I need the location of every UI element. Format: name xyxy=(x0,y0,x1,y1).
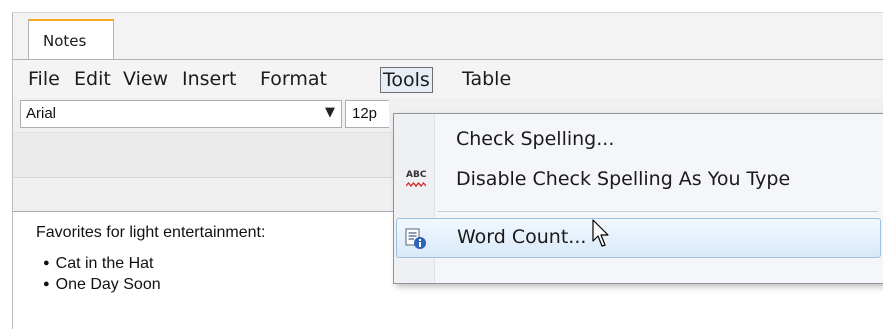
menu-item-disable-check-spelling[interactable]: ABC Disable Check Spelling As You Type xyxy=(396,161,881,201)
bullet-list: Cat in the Hat One Day Soon xyxy=(43,254,161,296)
list-item: One Day Soon xyxy=(43,275,161,296)
menu-view[interactable]: View xyxy=(121,67,170,93)
menu-edit[interactable]: Edit xyxy=(72,67,113,93)
word-count-icon xyxy=(405,228,427,250)
menu-file[interactable]: File xyxy=(26,67,62,93)
menu-table[interactable]: Table xyxy=(460,67,513,93)
menu-tools[interactable]: Tools xyxy=(380,67,433,93)
font-size-value: 12p xyxy=(352,105,378,122)
menu-item-word-count[interactable]: Word Count... xyxy=(396,218,881,258)
menu-insert[interactable]: Insert xyxy=(180,67,239,93)
app-window: Notes File Edit View Insert Format Tools… xyxy=(12,12,883,330)
chevron-down-icon[interactable]: ▼ xyxy=(325,105,335,120)
list-item: Cat in the Hat xyxy=(43,254,161,275)
menu-separator xyxy=(438,211,878,212)
abc-spellcheck-icon: ABC xyxy=(406,170,426,192)
menu-item-label: Word Count... xyxy=(457,226,587,248)
tab-strip: Notes xyxy=(13,13,883,60)
font-size-select[interactable]: 12p xyxy=(345,100,389,128)
menu-format[interactable]: Format xyxy=(258,67,329,93)
menu-bar: File Edit View Insert Format Tools Table xyxy=(13,60,883,98)
font-family-select[interactable]: Arial ▼ xyxy=(20,100,342,128)
editor-heading-text: Favorites for light entertainment: xyxy=(36,224,266,241)
menu-item-check-spelling[interactable]: Check Spelling... xyxy=(396,121,881,161)
menu-item-label: Check Spelling... xyxy=(456,128,615,150)
menu-item-label: Disable Check Spelling As You Type xyxy=(456,168,791,190)
tab-notes[interactable]: Notes xyxy=(28,19,114,59)
tools-dropdown-menu: Check Spelling... ABC Disable Check Spel… xyxy=(393,113,883,284)
font-family-value: Arial xyxy=(26,105,57,122)
